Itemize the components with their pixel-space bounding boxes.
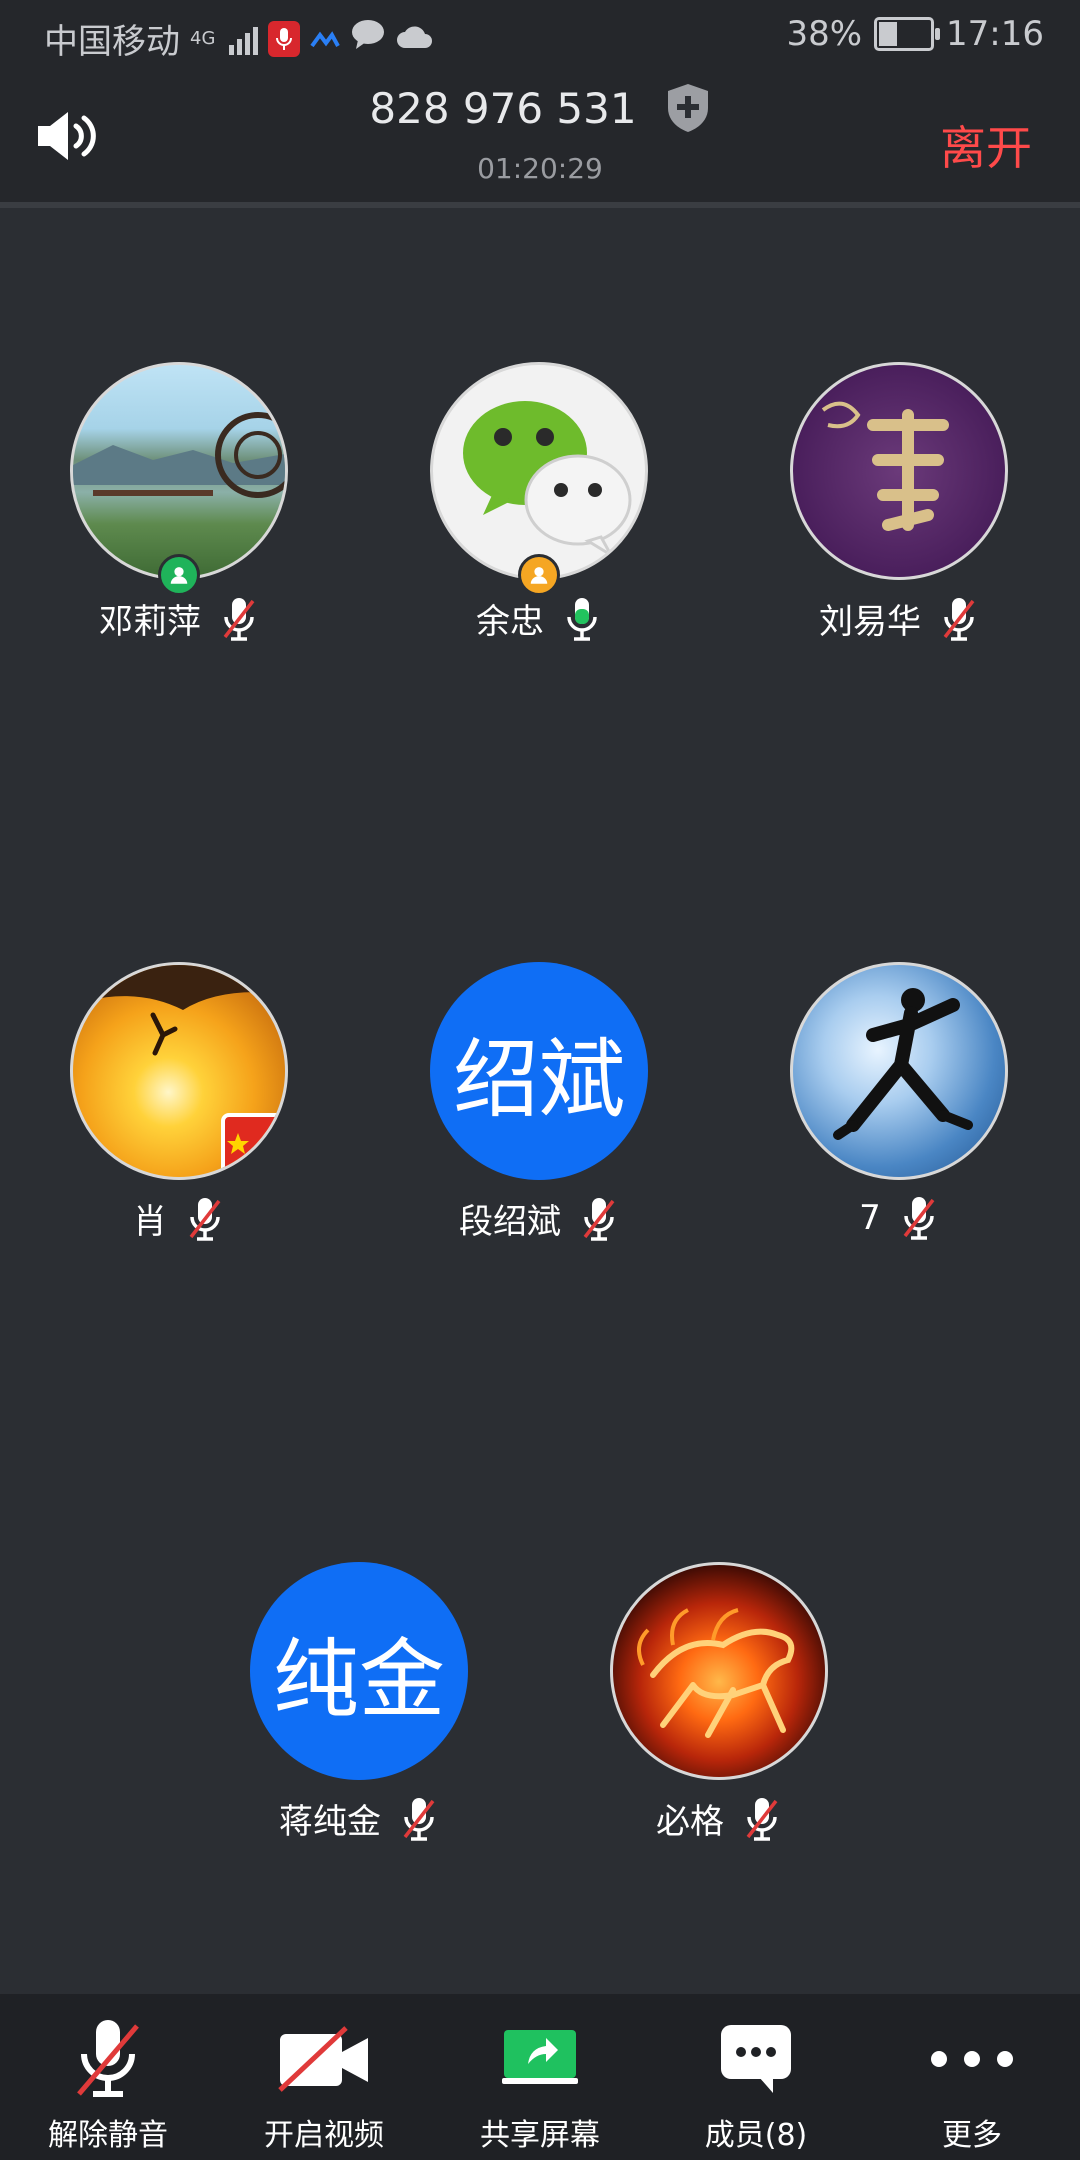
- mic-muted-icon: [742, 1795, 782, 1843]
- signal-icon: [229, 23, 259, 55]
- members-label: 成员(8): [704, 2118, 808, 2153]
- app-notification-icon: [310, 19, 341, 59]
- participant-name: 肖: [133, 1202, 167, 1242]
- participant-name-row: 余忠: [379, 594, 699, 643]
- participant-tile[interactable]: 肖: [19, 962, 339, 1243]
- status-left: 中国移动 4G: [44, 14, 434, 63]
- network-type: 4G: [190, 27, 216, 49]
- battery-percent: 38%: [786, 14, 863, 54]
- participant-tile[interactable]: 余忠: [379, 362, 699, 643]
- battery-level-fill: [879, 22, 898, 46]
- members-chat-icon: [708, 2016, 804, 2102]
- avatar: [70, 362, 288, 580]
- participant-name-row: 邓莉萍: [19, 594, 339, 643]
- participant-name: 段绍斌: [459, 1202, 561, 1242]
- participant-name-row: 肖: [19, 1194, 339, 1243]
- mic-muted-icon: [185, 1195, 225, 1243]
- avatar: [790, 362, 1008, 580]
- unmute-label: 解除静音: [48, 2118, 168, 2153]
- mic-muted-icon: [939, 595, 979, 643]
- participant-name: 必格: [656, 1802, 724, 1842]
- mic-muted-icon: [219, 595, 259, 643]
- share-screen-button[interactable]: 共享屏幕: [432, 1994, 648, 2160]
- participant-name: 7: [859, 1198, 881, 1238]
- participant-tile[interactable]: 绍斌 段绍斌: [379, 962, 699, 1243]
- participant-name-row: 必格: [559, 1794, 879, 1843]
- participant-tile[interactable]: 7: [739, 962, 1059, 1242]
- participant-name-row: 刘易华: [739, 594, 1059, 643]
- avatar: [790, 962, 1008, 1180]
- status-bar: 中国移动 4G 38% 17:16: [0, 0, 1080, 72]
- mic-muted-icon: [899, 1194, 939, 1242]
- status-right: 38% 17:16: [786, 14, 1044, 54]
- shield-icon[interactable]: [665, 82, 711, 134]
- avatar: [70, 962, 288, 1180]
- participant-name: 邓莉萍: [99, 602, 201, 642]
- meeting-id-row: 828 976 531: [0, 82, 1080, 134]
- avatar-initials: 纯金: [250, 1562, 468, 1780]
- mic-muted-icon: [579, 1195, 619, 1243]
- cohost-badge-icon: [518, 554, 560, 596]
- more-label: 更多: [942, 2118, 1002, 2153]
- start-video-label: 开启视频: [264, 2118, 384, 2153]
- participant-name: 刘易华: [819, 602, 921, 642]
- participant-name-row: 7: [739, 1194, 1059, 1242]
- participant-name: 蒋纯金: [279, 1802, 381, 1842]
- participant-tile[interactable]: 刘易华: [739, 362, 1059, 643]
- more-button[interactable]: 更多: [864, 1994, 1080, 2160]
- participant-name-row: 段绍斌: [379, 1194, 699, 1243]
- start-video-button[interactable]: 开启视频: [216, 1994, 432, 2160]
- avatar: [610, 1562, 828, 1780]
- recording-icon: [268, 20, 301, 57]
- unmute-button[interactable]: 解除静音: [0, 1994, 216, 2160]
- more-dots-icon: [924, 2016, 1020, 2102]
- share-screen-label: 共享屏幕: [480, 2118, 600, 2153]
- meeting-toolbar: 解除静音 开启视频 共享屏幕 成员(8) 更多: [0, 1994, 1080, 2160]
- mic-muted-icon: [60, 2016, 156, 2102]
- participant-tile[interactable]: 邓莉萍: [19, 362, 339, 643]
- mic-active-icon: [562, 595, 602, 643]
- meeting-duration: 01:20:29: [477, 152, 603, 185]
- leave-button[interactable]: 离开: [940, 112, 1032, 178]
- members-button[interactable]: 成员(8): [648, 1994, 864, 2160]
- cloud-icon: [396, 19, 434, 59]
- meeting-header: 828 976 531 01:20:29 离开: [0, 72, 1080, 208]
- video-off-icon: [276, 2016, 372, 2102]
- participant-tile[interactable]: 纯金 蒋纯金: [199, 1562, 519, 1843]
- clock: 17:16: [946, 14, 1044, 54]
- participant-name: 余忠: [476, 602, 544, 642]
- participant-name-row: 蒋纯金: [199, 1794, 519, 1843]
- mic-muted-icon: [399, 1795, 439, 1843]
- meeting-id[interactable]: 828 976 531: [369, 84, 636, 133]
- avatar: [430, 362, 648, 580]
- participant-tile[interactable]: 必格: [559, 1562, 879, 1843]
- host-badge-icon: [158, 554, 200, 596]
- avatar-initials: 绍斌: [430, 962, 648, 1180]
- carrier-name: 中国移动: [44, 22, 180, 62]
- battery-icon: [874, 17, 941, 51]
- share-screen-icon: [492, 2016, 588, 2102]
- chat-notification-icon: [350, 18, 386, 59]
